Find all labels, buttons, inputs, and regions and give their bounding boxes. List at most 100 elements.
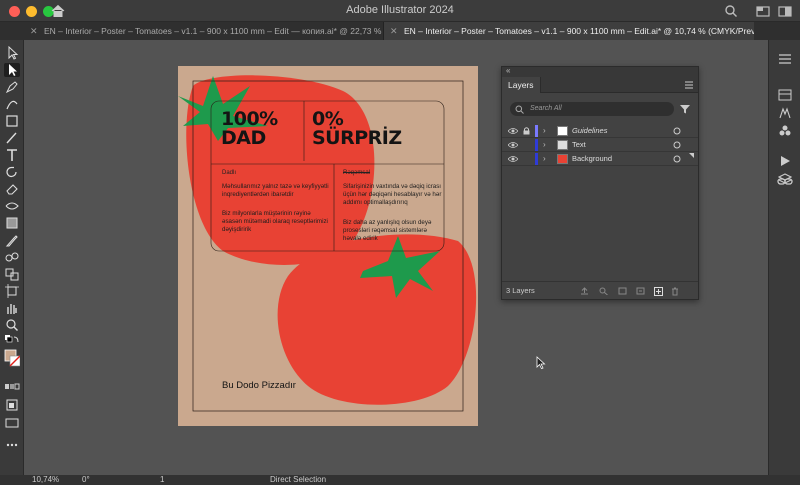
visibility-eye-icon[interactable] — [508, 141, 518, 149]
target-circle-icon[interactable] — [673, 141, 681, 149]
tab-document-active[interactable]: ✕ EN – Interior – Poster – Tomatoes – v1… — [384, 22, 754, 40]
headline-right: 0% SÜRPRİZ — [312, 110, 402, 148]
search-icon[interactable] — [724, 3, 738, 19]
layer-color-swatch — [535, 125, 538, 137]
headline-line: DAD — [221, 127, 266, 149]
panel-menu-icon[interactable] — [685, 81, 693, 89]
layers-panel: « Layers Search All › Guidelines › Text … — [501, 66, 699, 300]
layer-name[interactable]: Text — [572, 138, 586, 152]
target-circle-icon[interactable] — [673, 127, 681, 135]
libraries-icon[interactable] — [778, 88, 792, 102]
collapse-panel-icon[interactable]: « — [506, 66, 510, 75]
selected-art-indicator-icon — [689, 153, 694, 158]
close-tab-icon[interactable]: ✕ — [30, 22, 38, 40]
actions-play-icon[interactable] — [778, 154, 792, 168]
pen-tool-icon[interactable] — [4, 80, 20, 94]
close-tab-icon[interactable]: ✕ — [390, 22, 398, 40]
eraser-tool-icon[interactable] — [4, 182, 20, 196]
layer-thumbnail — [557, 126, 568, 136]
title-bar: Adobe Illustrator 2024 — [0, 0, 800, 22]
document-tabs: ✕ EN – Interior – Poster – Tomatoes – v1… — [0, 22, 800, 40]
clipping-mask-icon[interactable] — [618, 287, 627, 295]
new-sublayer-icon[interactable] — [636, 287, 645, 295]
tomato-bottom-right — [277, 234, 477, 405]
brand-line: Bu Dodo Pizzadır — [222, 380, 296, 391]
symbols-icon[interactable] — [778, 124, 792, 138]
width-tool-icon[interactable] — [4, 199, 20, 213]
default-colors-icon[interactable] — [4, 334, 20, 348]
blend-tool-icon[interactable] — [4, 250, 20, 264]
expand-chevron-icon[interactable]: › — [543, 152, 546, 166]
status-bar: 10,74% 0° 1 Direct Selection — [0, 475, 800, 485]
paintbrush-tool-icon[interactable] — [4, 131, 20, 145]
new-layer-icon[interactable] — [654, 287, 663, 296]
more-tools-icon[interactable] — [4, 438, 20, 452]
rotate-tool-icon[interactable] — [4, 165, 20, 179]
artboard[interactable]: 100% DAD 0% SÜRPRİZ Dadlı Məhsullarımız … — [178, 66, 478, 426]
hand-tool-icon[interactable] — [4, 301, 20, 315]
eyedropper-tool-icon[interactable] — [4, 233, 20, 247]
layer-color-swatch — [535, 139, 538, 151]
column-2-heading: Rəqəmsal — [343, 170, 371, 176]
panel-drag-bar[interactable]: « — [502, 66, 698, 77]
share-icon[interactable] — [778, 3, 792, 19]
tab-document-copy[interactable]: ✕ EN – Interior – Poster – Tomatoes – v1… — [24, 22, 384, 40]
artboard-number[interactable]: 1 — [160, 475, 164, 485]
zoom-level[interactable]: 10,74% — [32, 475, 59, 485]
collect-export-icon[interactable] — [580, 287, 589, 295]
headline-left: 100% DAD — [221, 110, 278, 148]
shape-builder-tool-icon[interactable] — [4, 267, 20, 281]
locate-object-icon[interactable] — [599, 287, 608, 295]
color-mode-icons[interactable] — [4, 380, 20, 394]
tab-layers[interactable]: Layers — [502, 77, 541, 93]
layer-name[interactable]: Guidelines — [572, 124, 607, 138]
column-1-paragraph-2: Biz milyonlarla müştərinin rəyinə əsasən… — [222, 210, 328, 233]
lock-icon[interactable] — [523, 127, 530, 135]
links-icon[interactable] — [777, 174, 793, 190]
tools-panel — [0, 40, 24, 475]
expand-chevron-icon[interactable]: › — [543, 124, 546, 138]
zoom-tool-icon[interactable] — [4, 318, 20, 332]
layers-panel-footer: 3 Layers — [502, 281, 698, 299]
layer-row-text[interactable]: › Text — [502, 138, 698, 152]
puppet-icon[interactable] — [778, 106, 792, 120]
target-circle-icon[interactable] — [673, 155, 681, 163]
direct-selection-tool-icon[interactable] — [4, 63, 20, 77]
layer-row-guidelines[interactable]: › Guidelines — [502, 124, 698, 138]
layers-search-input[interactable]: Search All — [510, 102, 674, 116]
headline-line: SÜRPRİZ — [312, 127, 402, 149]
column-1-heading: Dadlı — [222, 170, 237, 176]
visibility-eye-icon[interactable] — [508, 155, 518, 163]
column-1-paragraph-1: Məhsullarımız yalnız tazə və keyfiyyətli… — [222, 183, 329, 198]
search-icon — [515, 105, 524, 114]
rectangle-tool-icon[interactable] — [4, 114, 20, 128]
delete-layer-icon[interactable] — [671, 287, 679, 296]
panel-tab-strip: Layers — [502, 77, 698, 93]
layer-thumbnail — [557, 140, 568, 150]
artboard-tool-icon[interactable] — [4, 284, 20, 298]
tab-label: EN – Interior – Poster – Tomatoes – v1.1… — [44, 26, 384, 36]
layer-name[interactable]: Background — [572, 152, 612, 166]
mouse-cursor-icon — [536, 356, 546, 369]
layer-thumbnail — [557, 154, 568, 164]
layer-count: 3 Layers — [506, 286, 535, 295]
filter-icon[interactable] — [680, 104, 690, 114]
layer-row-background[interactable]: › Background — [502, 152, 698, 166]
properties-icon[interactable] — [778, 52, 792, 66]
draw-mode-icon[interactable] — [4, 398, 20, 412]
type-tool-icon[interactable] — [4, 148, 20, 162]
arrange-documents-icon[interactable] — [756, 3, 770, 19]
column-2-paragraph-1: Sifarişinizin vaxtında və dəqiq icrası ü… — [343, 183, 442, 206]
fill-stroke-swatch[interactable] — [4, 348, 20, 374]
panel-dock — [768, 40, 800, 475]
rotation-value[interactable]: 0° — [82, 475, 90, 485]
curvature-tool-icon[interactable] — [4, 97, 20, 111]
screen-mode-icon[interactable] — [4, 416, 20, 430]
tab-label: EN – Interior – Poster – Tomatoes – v1.1… — [404, 26, 754, 36]
gradient-tool-icon[interactable] — [4, 216, 20, 230]
selection-tool-icon[interactable] — [4, 46, 20, 60]
layer-color-swatch — [535, 153, 538, 165]
app-title: Adobe Illustrator 2024 — [346, 4, 454, 16]
expand-chevron-icon[interactable]: › — [543, 138, 546, 152]
visibility-eye-icon[interactable] — [508, 127, 518, 135]
